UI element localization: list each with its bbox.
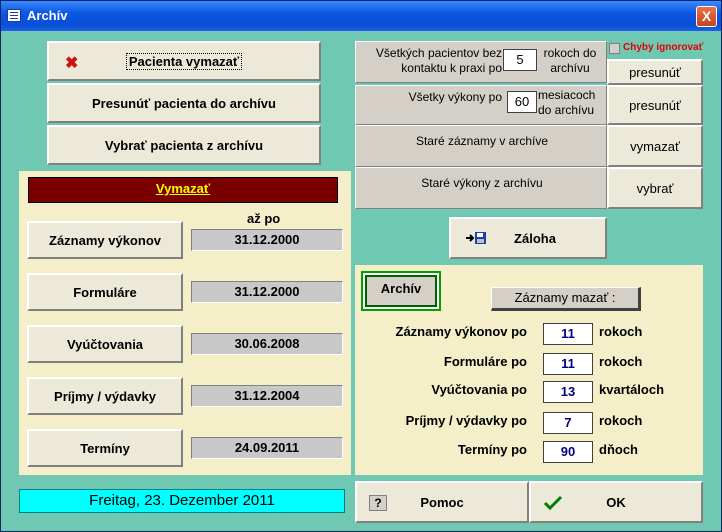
delete-records-subheader: Záznamy mazať :	[491, 287, 641, 311]
archive-appointments-unit: dňoch	[599, 442, 638, 457]
old-procedures-row: Staré výkony z archívu	[355, 167, 607, 209]
ok-label: OK	[606, 494, 626, 510]
forms-date: 31.12.2000	[191, 281, 343, 303]
archive-billing-field[interactable]: 13	[543, 381, 593, 403]
old-records-row: Staré záznamy v archíve	[355, 125, 607, 167]
status-date: Freitag, 23. Dezember 2011	[19, 489, 345, 513]
window-title: Archív	[27, 8, 68, 23]
delete-header: Vymazať	[28, 177, 338, 203]
billing-date: 30.06.2008	[191, 333, 343, 355]
records-date: 31.12.2000	[191, 229, 343, 251]
pick-old-procedures-button[interactable]: vybrať	[607, 167, 703, 209]
archive-records-field[interactable]: 11	[543, 323, 593, 345]
help-button[interactable]: ? Pomoc	[355, 481, 529, 523]
delete-records-subheader-label: Záznamy mazať :	[514, 290, 616, 305]
procedures-months-field[interactable]: 60	[507, 91, 537, 113]
ok-button[interactable]: OK	[529, 481, 703, 523]
delete-patient-label: Pacienta vymazať	[125, 52, 243, 70]
procedures-text: Všetky výkony po	[408, 90, 502, 104]
delete-records-button[interactable]: Záznamy výkonov	[27, 221, 183, 259]
pick-patient-button[interactable]: Vybrať pacienta z archívu	[47, 125, 321, 165]
backup-label: Záloha	[514, 230, 556, 246]
procedures-row: Všetky výkony po mesiacoch do archívu	[355, 85, 607, 125]
procedures-unit: mesiacoch do archívu	[538, 88, 596, 117]
inactive-text: Všetkých pacientov bez kontaktu k praxi …	[375, 46, 502, 75]
backup-disk-icon	[465, 231, 487, 245]
backup-button[interactable]: Záloha	[449, 217, 607, 259]
archive-tab-label: Archív	[365, 275, 437, 307]
appointments-date: 24.09.2011	[191, 437, 343, 459]
help-icon: ?	[369, 495, 387, 511]
delete-patient-button[interactable]: ✖ Pacienta vymazať	[47, 41, 321, 81]
archive-income-label: Príjmy / výdavky po	[405, 413, 527, 428]
archive-billing-label: Vyúčtovania po	[431, 382, 527, 397]
delete-x-icon: ✖	[65, 55, 79, 72]
archive-records-unit: rokoch	[599, 324, 643, 339]
delete-billing-button[interactable]: Vyúčtovania	[27, 325, 183, 363]
form-icon	[7, 9, 21, 22]
move-inactive-button[interactable]: presunúť	[607, 59, 703, 85]
ignore-errors-checkbox[interactable]	[609, 43, 620, 54]
delete-old-records-button[interactable]: vymazať	[607, 125, 703, 167]
archive-tab[interactable]: Archív	[361, 271, 441, 311]
delete-forms-button[interactable]: Formuláre	[27, 273, 183, 311]
checkmark-icon	[543, 495, 563, 511]
delete-appointments-button[interactable]: Termíny	[27, 429, 183, 467]
archive-income-field[interactable]: 7	[543, 412, 593, 434]
archive-forms-field[interactable]: 11	[543, 353, 593, 375]
inactive-years-field[interactable]: 5	[503, 49, 537, 71]
old-procedures-text: Staré výkony z archívu	[421, 176, 543, 190]
move-patient-button[interactable]: Presunúť pacienta do archívu	[47, 83, 321, 123]
income-date: 31.12.2004	[191, 385, 343, 407]
inactive-unit: rokoch do archívu	[543, 46, 597, 75]
delete-header-link[interactable]: Vymazať	[156, 181, 210, 196]
archive-billing-unit: kvartáloch	[599, 382, 665, 397]
inactive-patients-row: Všetkých pacientov bez kontaktu k praxi …	[355, 41, 607, 83]
move-procedures-button[interactable]: presunúť	[607, 85, 703, 125]
close-button[interactable]: X	[696, 6, 717, 27]
archive-appointments-field[interactable]: 90	[543, 441, 593, 463]
ignore-errors-label: Chyby ignorovať	[623, 42, 704, 53]
archive-forms-label: Formuláre po	[443, 354, 527, 369]
archive-window: Archív X ✖ Pacienta vymazať Presunúť pac…	[0, 0, 722, 532]
delete-income-button[interactable]: Príjmy / výdavky	[27, 377, 183, 415]
title-bar: Archív X	[1, 1, 721, 31]
archive-income-unit: rokoch	[599, 413, 643, 428]
archive-records-label: Záznamy výkonov po	[395, 324, 527, 339]
archive-appointments-label: Termíny po	[457, 442, 527, 457]
old-records-text: Staré záznamy v archíve	[415, 134, 549, 148]
until-header: až po	[247, 211, 281, 226]
archive-forms-unit: rokoch	[599, 354, 643, 369]
help-label: Pomoc	[420, 494, 464, 510]
